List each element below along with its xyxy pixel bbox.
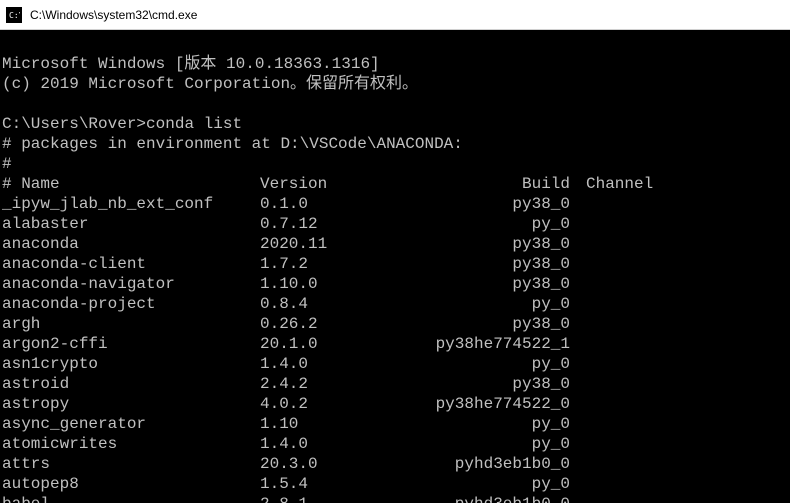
table-row: anaconda-project0.8.4py_0 bbox=[2, 294, 788, 314]
col-version: Version bbox=[260, 174, 390, 194]
table-header: # NameVersionBuildChannel bbox=[2, 175, 653, 193]
pkg-build: py38_0 bbox=[390, 234, 570, 254]
table-row: anaconda2020.11py38_0 bbox=[2, 234, 788, 254]
pkg-build: py38he774522_0 bbox=[390, 394, 570, 414]
table-row: anaconda-navigator1.10.0py38_0 bbox=[2, 274, 788, 294]
pkg-version: 1.5.4 bbox=[260, 474, 390, 494]
output-line: # bbox=[2, 155, 12, 173]
pkg-name: anaconda bbox=[2, 234, 260, 254]
output-line: # packages in environment at D:\VSCode\A… bbox=[2, 135, 463, 153]
pkg-build: pyhd3eb1b0_0 bbox=[390, 494, 570, 503]
pkg-build: py_0 bbox=[390, 474, 570, 494]
pkg-version: 1.4.0 bbox=[260, 354, 390, 374]
pkg-name: babel bbox=[2, 494, 260, 503]
titlebar[interactable]: C:\ C:\Windows\system32\cmd.exe bbox=[0, 0, 790, 30]
prompt-line: C:\Users\Rover>conda list bbox=[2, 115, 242, 133]
command-text: conda list bbox=[146, 115, 242, 133]
pkg-name: atomicwrites bbox=[2, 434, 260, 454]
pkg-build: py_0 bbox=[390, 434, 570, 454]
prompt: C:\Users\Rover> bbox=[2, 115, 146, 133]
pkg-name: asn1crypto bbox=[2, 354, 260, 374]
pkg-version: 0.1.0 bbox=[260, 194, 390, 214]
pkg-build: py_0 bbox=[390, 354, 570, 374]
table-row: astropy4.0.2py38he774522_0 bbox=[2, 394, 788, 414]
pkg-name: alabaster bbox=[2, 214, 260, 234]
pkg-name: argon2-cffi bbox=[2, 334, 260, 354]
pkg-version: 0.26.2 bbox=[260, 314, 390, 334]
table-row: _ipyw_jlab_nb_ext_conf0.1.0py38_0 bbox=[2, 194, 788, 214]
pkg-build: py38_0 bbox=[390, 374, 570, 394]
pkg-build: py38he774522_1 bbox=[390, 334, 570, 354]
pkg-version: 1.7.2 bbox=[260, 254, 390, 274]
pkg-version: 1.10.0 bbox=[260, 274, 390, 294]
pkg-name: astropy bbox=[2, 394, 260, 414]
table-row: argh0.26.2py38_0 bbox=[2, 314, 788, 334]
pkg-version: 0.7.12 bbox=[260, 214, 390, 234]
pkg-build: py38_0 bbox=[390, 194, 570, 214]
table-row: attrs20.3.0pyhd3eb1b0_0 bbox=[2, 454, 788, 474]
table-row: anaconda-client1.7.2py38_0 bbox=[2, 254, 788, 274]
pkg-build: py_0 bbox=[390, 214, 570, 234]
pkg-version: 20.3.0 bbox=[260, 454, 390, 474]
pkg-name: astroid bbox=[2, 374, 260, 394]
table-row: atomicwrites1.4.0py_0 bbox=[2, 434, 788, 454]
output-line: Microsoft Windows [版本 10.0.18363.1316] bbox=[2, 55, 380, 73]
pkg-name: async_generator bbox=[2, 414, 260, 434]
col-channel: Channel bbox=[570, 174, 653, 194]
pkg-version: 1.4.0 bbox=[260, 434, 390, 454]
table-row: alabaster0.7.12py_0 bbox=[2, 214, 788, 234]
pkg-version: 2020.11 bbox=[260, 234, 390, 254]
col-name: # Name bbox=[2, 174, 260, 194]
svg-text:C:\: C:\ bbox=[9, 11, 20, 20]
pkg-version: 20.1.0 bbox=[260, 334, 390, 354]
pkg-version: 2.8.1 bbox=[260, 494, 390, 503]
window-title: C:\Windows\system32\cmd.exe bbox=[30, 8, 197, 22]
pkg-version: 1.10 bbox=[260, 414, 390, 434]
pkg-name: anaconda-navigator bbox=[2, 274, 260, 294]
pkg-build: py38_0 bbox=[390, 274, 570, 294]
pkg-build: py38_0 bbox=[390, 254, 570, 274]
table-row: astroid2.4.2py38_0 bbox=[2, 374, 788, 394]
pkg-name: _ipyw_jlab_nb_ext_conf bbox=[2, 194, 260, 214]
pkg-name: argh bbox=[2, 314, 260, 334]
table-row: argon2-cffi20.1.0py38he774522_1 bbox=[2, 334, 788, 354]
table-row: async_generator1.10py_0 bbox=[2, 414, 788, 434]
pkg-name: anaconda-client bbox=[2, 254, 260, 274]
pkg-build: py_0 bbox=[390, 294, 570, 314]
pkg-build: pyhd3eb1b0_0 bbox=[390, 454, 570, 474]
pkg-version: 0.8.4 bbox=[260, 294, 390, 314]
cmd-icon: C:\ bbox=[6, 7, 22, 23]
table-row: autopep81.5.4py_0 bbox=[2, 474, 788, 494]
pkg-name: attrs bbox=[2, 454, 260, 474]
pkg-name: autopep8 bbox=[2, 474, 260, 494]
table-row: asn1crypto1.4.0py_0 bbox=[2, 354, 788, 374]
terminal-output[interactable]: Microsoft Windows [版本 10.0.18363.1316] (… bbox=[0, 30, 790, 503]
col-build: Build bbox=[390, 174, 570, 194]
output-line: (c) 2019 Microsoft Corporation。保留所有权利。 bbox=[2, 75, 418, 93]
pkg-build: py_0 bbox=[390, 414, 570, 434]
pkg-build: py38_0 bbox=[390, 314, 570, 334]
table-row: babel2.8.1pyhd3eb1b0_0 bbox=[2, 494, 788, 503]
pkg-version: 4.0.2 bbox=[260, 394, 390, 414]
pkg-version: 2.4.2 bbox=[260, 374, 390, 394]
pkg-name: anaconda-project bbox=[2, 294, 260, 314]
